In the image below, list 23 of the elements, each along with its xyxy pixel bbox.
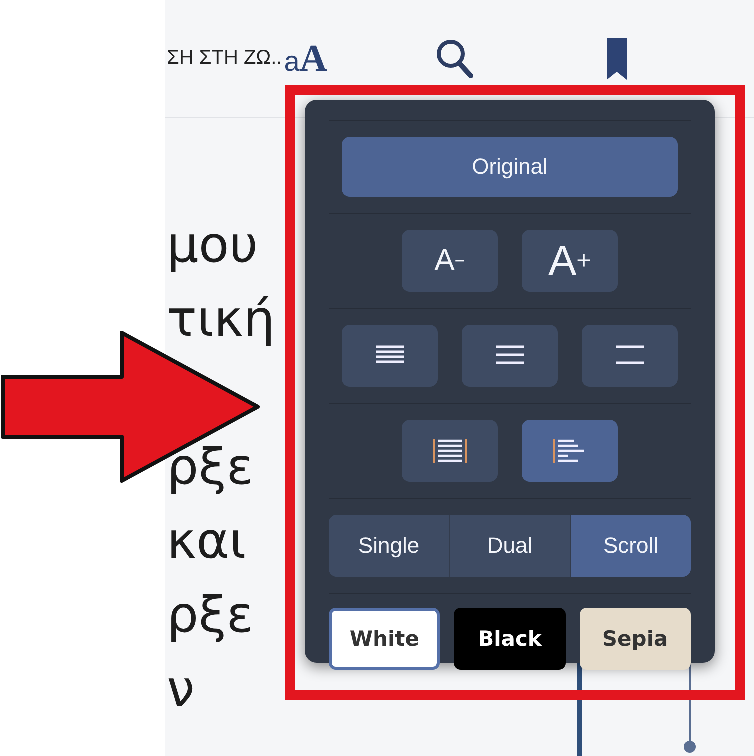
book-text-line: ρξε bbox=[167, 437, 254, 498]
book-title: ΣΗ ΣΤΗ ΖΩ.. bbox=[167, 47, 282, 70]
line-spacing-button[interactable] bbox=[582, 325, 678, 387]
decrease-font-button[interactable]: A$^{−}$ bbox=[402, 230, 498, 292]
book-text-line: και bbox=[167, 511, 246, 572]
alignment-button[interactable] bbox=[402, 420, 498, 482]
original-settings-button[interactable]: Original bbox=[342, 137, 678, 197]
line-spacing-button[interactable] bbox=[342, 325, 438, 387]
increase-font-button[interactable]: A$^{+}$ bbox=[522, 230, 618, 292]
font-settings-button[interactable]: aA bbox=[284, 36, 328, 80]
search-icon[interactable] bbox=[435, 38, 476, 80]
book-text-line: τική bbox=[167, 289, 276, 350]
justify-align-icon bbox=[432, 438, 468, 464]
theme-button[interactable]: White bbox=[329, 608, 440, 670]
theme-button[interactable]: Sepia bbox=[580, 608, 691, 670]
alignment-button[interactable] bbox=[522, 420, 618, 482]
book-text-line: μου bbox=[167, 215, 258, 276]
bookmark-icon[interactable] bbox=[607, 38, 628, 80]
book-text-line: ν bbox=[167, 659, 195, 720]
theme-button[interactable]: Black bbox=[454, 608, 566, 670]
line-spacing-button[interactable] bbox=[462, 325, 558, 387]
book-text-line: ρξε bbox=[167, 585, 254, 646]
page-mode-tab[interactable]: Scroll bbox=[570, 515, 691, 577]
